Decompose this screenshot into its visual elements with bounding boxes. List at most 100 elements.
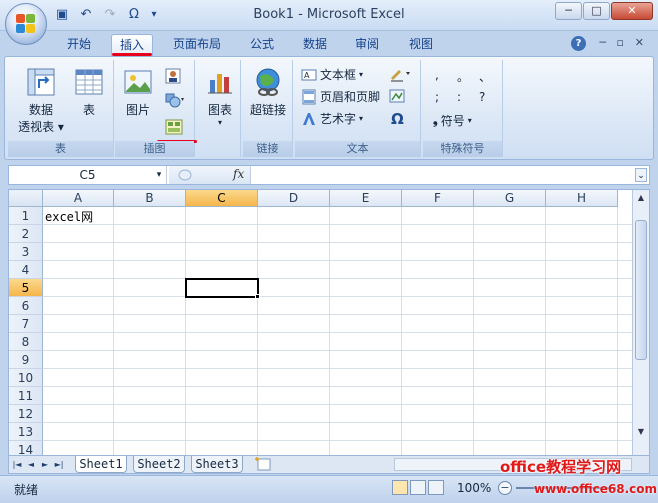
name-box[interactable]: C5 [9,166,167,184]
picture-button[interactable]: 图片 [119,66,157,118]
expand-formula-bar-icon[interactable]: ⌄ [635,168,647,182]
select-all-corner[interactable] [9,190,43,207]
row-header-10[interactable]: 10 [9,369,43,387]
symbol-semicolon[interactable]: ; [435,90,439,104]
column-header-g[interactable]: G [474,190,546,207]
close-button[interactable]: ✕ [611,2,653,20]
last-sheet-icon[interactable]: ►| [53,458,65,471]
vertical-scrollbar[interactable]: ▲ ▼ [632,190,649,455]
vertical-scroll-thumb[interactable] [635,220,647,360]
row-header-12[interactable]: 12 [9,405,43,423]
wordart-button[interactable]: 艺术字 ▾ [301,110,363,127]
formula-bar-splitter-icon[interactable] [177,168,193,182]
row-header-6[interactable]: 6 [9,297,43,315]
smartart-icon[interactable] [165,118,183,136]
prev-sheet-icon[interactable]: ◄ [25,458,37,471]
symbol-comma[interactable]: , [435,68,439,82]
help-icon[interactable]: ? [571,36,586,51]
fill-handle[interactable] [255,294,260,299]
column-header-f[interactable]: F [402,190,474,207]
symbol-period[interactable]: 。 [457,68,469,85]
row-header-5[interactable]: 5 [9,279,43,297]
ribbon-restore-icon[interactable]: ▫ [617,36,624,49]
group-text: A 文本框 ▾ 页眉和页脚 艺术字 ▾ Ω 文本 [295,60,421,157]
office-button[interactable] [5,3,47,45]
row-header-1[interactable]: 1 [9,207,43,225]
ribbon-panel: 数据 透视表 ▾ 表 表 图片 插图 图表 ▾ 超链接 链接 A 文本框 ▾ 页… [4,56,654,160]
chart-button[interactable]: 图表 ▾ [201,66,239,127]
active-cell-c5[interactable] [185,278,259,298]
scroll-down-icon[interactable]: ▼ [634,425,648,439]
symbol-omega-button[interactable]: Ω [391,110,404,128]
row-header-3[interactable]: 3 [9,243,43,261]
column-header-c[interactable]: C [186,190,258,207]
maximize-button[interactable]: □ [583,2,610,20]
sheet-tab-1[interactable]: Sheet1 [75,456,127,473]
row-header-14[interactable]: 14 [9,441,43,455]
wordart-label: 艺术字 [320,112,357,126]
grid-hline [43,242,633,243]
symbol-question[interactable]: ? [479,90,485,104]
shapes-icon[interactable] [165,92,187,108]
row-header-9[interactable]: 9 [9,351,43,369]
cell-a1[interactable]: excel网 [45,208,93,225]
group-table: 数据 透视表 ▾ 表 表 [8,60,114,157]
row-header-8[interactable]: 8 [9,333,43,351]
page-layout-view-icon[interactable] [410,480,426,495]
header-footer-button[interactable]: 页眉和页脚 [301,88,380,105]
textbox-button[interactable]: A 文本框 ▾ [301,66,363,83]
column-header-d[interactable]: D [258,190,330,207]
ribbon-close-icon[interactable]: ✕ [635,36,644,49]
tab-data[interactable]: 数据 [296,34,334,56]
zoom-level[interactable]: 100% [457,481,491,495]
tab-view[interactable]: 视图 [402,34,440,56]
ribbon-minimize-icon[interactable]: ─ [599,36,606,49]
tab-formulas[interactable]: 公式 [243,34,281,56]
symbol-button[interactable]: ❟ 符号 ▾ [433,112,472,129]
symbol-enum-comma[interactable]: 、 [479,68,491,85]
symbol-bullet-icon: ❟ [433,113,438,127]
scroll-up-icon[interactable]: ▲ [634,191,648,205]
minimize-button[interactable]: ─ [555,2,582,20]
chart-dropdown-icon: ▾ [217,118,222,127]
pivot-table-button[interactable]: 数据 透视表 ▾ [14,66,68,135]
column-header-h[interactable]: H [546,190,618,207]
row-header-2[interactable]: 2 [9,225,43,243]
table-icon [75,69,103,95]
formula-bar: C5 ▾ fx ⌄ [8,165,650,185]
signature-line-icon[interactable] [389,66,413,82]
table-button[interactable]: 表 [70,66,108,118]
clip-art-icon[interactable] [165,68,181,84]
tab-home[interactable]: 开始 [60,34,98,56]
name-box-dropdown-icon[interactable]: ▾ [151,166,167,184]
row-header-13[interactable]: 13 [9,423,43,441]
first-sheet-icon[interactable]: |◄ [11,458,23,471]
column-header-a[interactable]: A [43,190,114,207]
row-header-11[interactable]: 11 [9,387,43,405]
symbol-colon[interactable]: : [457,90,461,104]
sheet-tab-2[interactable]: Sheet2 [133,456,185,473]
worksheet-grid[interactable]: ABCDEFGH 1 2 3 4 5 6 7 8 9 10 11 12 13 14 excel网 ▲ ▼ [8,189,650,456]
pivot-table-icon [27,68,55,96]
object-icon[interactable] [389,88,407,104]
normal-view-icon[interactable] [392,480,408,495]
row-header-4[interactable]: 4 [9,261,43,279]
group-illustrations-label: 插图 [115,141,194,157]
zoom-out-button[interactable]: − [498,481,512,495]
wordart-icon [303,112,315,125]
tab-page-layout[interactable]: 页面布局 [167,34,227,56]
column-header-e[interactable]: E [330,190,402,207]
sheet-tab-3[interactable]: Sheet3 [191,456,243,473]
formula-input[interactable] [253,166,633,184]
column-header-b[interactable]: B [114,190,186,207]
row-header-7[interactable]: 7 [9,315,43,333]
group-illustrations: 图片 插图 [115,60,197,157]
grid-hline [43,332,633,333]
page-break-view-icon[interactable] [428,480,444,495]
tab-review[interactable]: 审阅 [348,34,386,56]
next-sheet-icon[interactable]: ► [39,458,51,471]
insert-sheet-icon[interactable] [253,457,275,472]
symbol-label: 符号 [440,114,465,128]
insert-function-icon[interactable]: fx [233,167,244,181]
hyperlink-button[interactable]: 超链接 [245,66,291,118]
